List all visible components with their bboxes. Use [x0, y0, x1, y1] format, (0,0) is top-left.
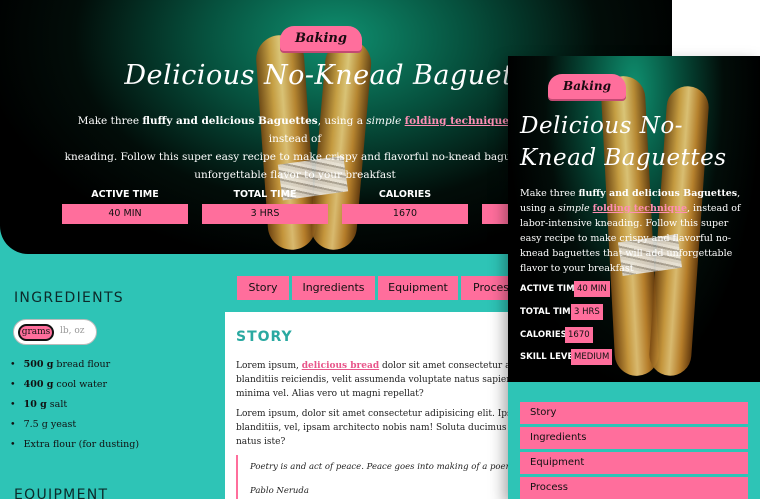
- stat-value-calories: 1670: [565, 327, 593, 343]
- page-title: Delicious No-Knead Baguettes: [520, 113, 727, 171]
- tab-equipment[interactable]: Equipment: [520, 452, 748, 474]
- unit-toggle[interactable]: grams lb, oz: [13, 319, 97, 345]
- tab-ingredients[interactable]: Ingredients: [292, 276, 375, 300]
- stat-label-total-time: TOTAL TIME: [233, 189, 297, 200]
- list-item: Extra flour (for dusting): [10, 438, 139, 458]
- stat-label-skill-level: SKILL LEVEL: [520, 352, 579, 362]
- tab-story[interactable]: Story: [237, 276, 289, 300]
- stat-label-calories: CALORIES: [520, 330, 567, 340]
- stat-value-skill-level: MEDIUM: [571, 349, 613, 365]
- stat-value-calories: 1670: [342, 204, 468, 224]
- screenshot-stage: Baking Delicious No-Knead Baguettes Make…: [0, 0, 760, 499]
- stat-value-total-time: 3 HRS: [571, 304, 603, 320]
- stat-label-active-time: ACTIVE TIME: [91, 189, 159, 200]
- mobile-hero-banner: Baking Delicious No-Knead Baguettes Make…: [508, 56, 760, 382]
- folding-technique-link[interactable]: folding technique: [593, 203, 687, 214]
- story-heading: STORY: [236, 329, 293, 345]
- intro-text: Make three fluffy and delicious Baguette…: [64, 115, 526, 181]
- equipment-heading: EQUIPMENT: [14, 487, 109, 499]
- tab-story[interactable]: Story: [520, 402, 748, 424]
- delicious-bread-link[interactable]: delicious bread: [302, 361, 379, 371]
- stat-value-total-time: 3 HRS: [202, 204, 328, 224]
- list-item: 500 g bread flour: [10, 358, 139, 378]
- stat-label-active-time: ACTIVE TIME: [520, 284, 581, 294]
- tab-equipment[interactable]: Equipment: [378, 276, 458, 300]
- stat-label-total-time: TOTAL TIME: [520, 307, 577, 317]
- category-badge[interactable]: Baking: [548, 74, 626, 99]
- list-item: 10 g salt: [10, 398, 139, 418]
- ingredients-heading: INGREDIENTS: [14, 290, 124, 306]
- tab-process[interactable]: Process: [520, 477, 748, 499]
- folding-technique-link[interactable]: folding technique: [405, 115, 509, 127]
- stat-value-active-time: 40 MIN: [62, 204, 188, 224]
- list-item: 400 g cool water: [10, 378, 139, 398]
- category-badge[interactable]: Baking: [280, 26, 362, 51]
- unit-grams-option[interactable]: grams: [18, 324, 54, 341]
- intro-text: Make three fluffy and delicious Baguette…: [520, 188, 741, 274]
- unit-lb-oz-option[interactable]: lb, oz: [60, 326, 85, 336]
- list-item: 7.5 g yeast: [10, 418, 139, 438]
- mobile-view: Baking Delicious No-Knead Baguettes Make…: [508, 56, 760, 499]
- stat-label-calories: CALORIES: [378, 189, 432, 200]
- tab-ingredients[interactable]: Ingredients: [520, 427, 748, 449]
- ingredient-list: 500 g bread flour 400 g cool water 10 g …: [10, 358, 139, 458]
- stat-value-active-time: 40 MIN: [574, 281, 610, 297]
